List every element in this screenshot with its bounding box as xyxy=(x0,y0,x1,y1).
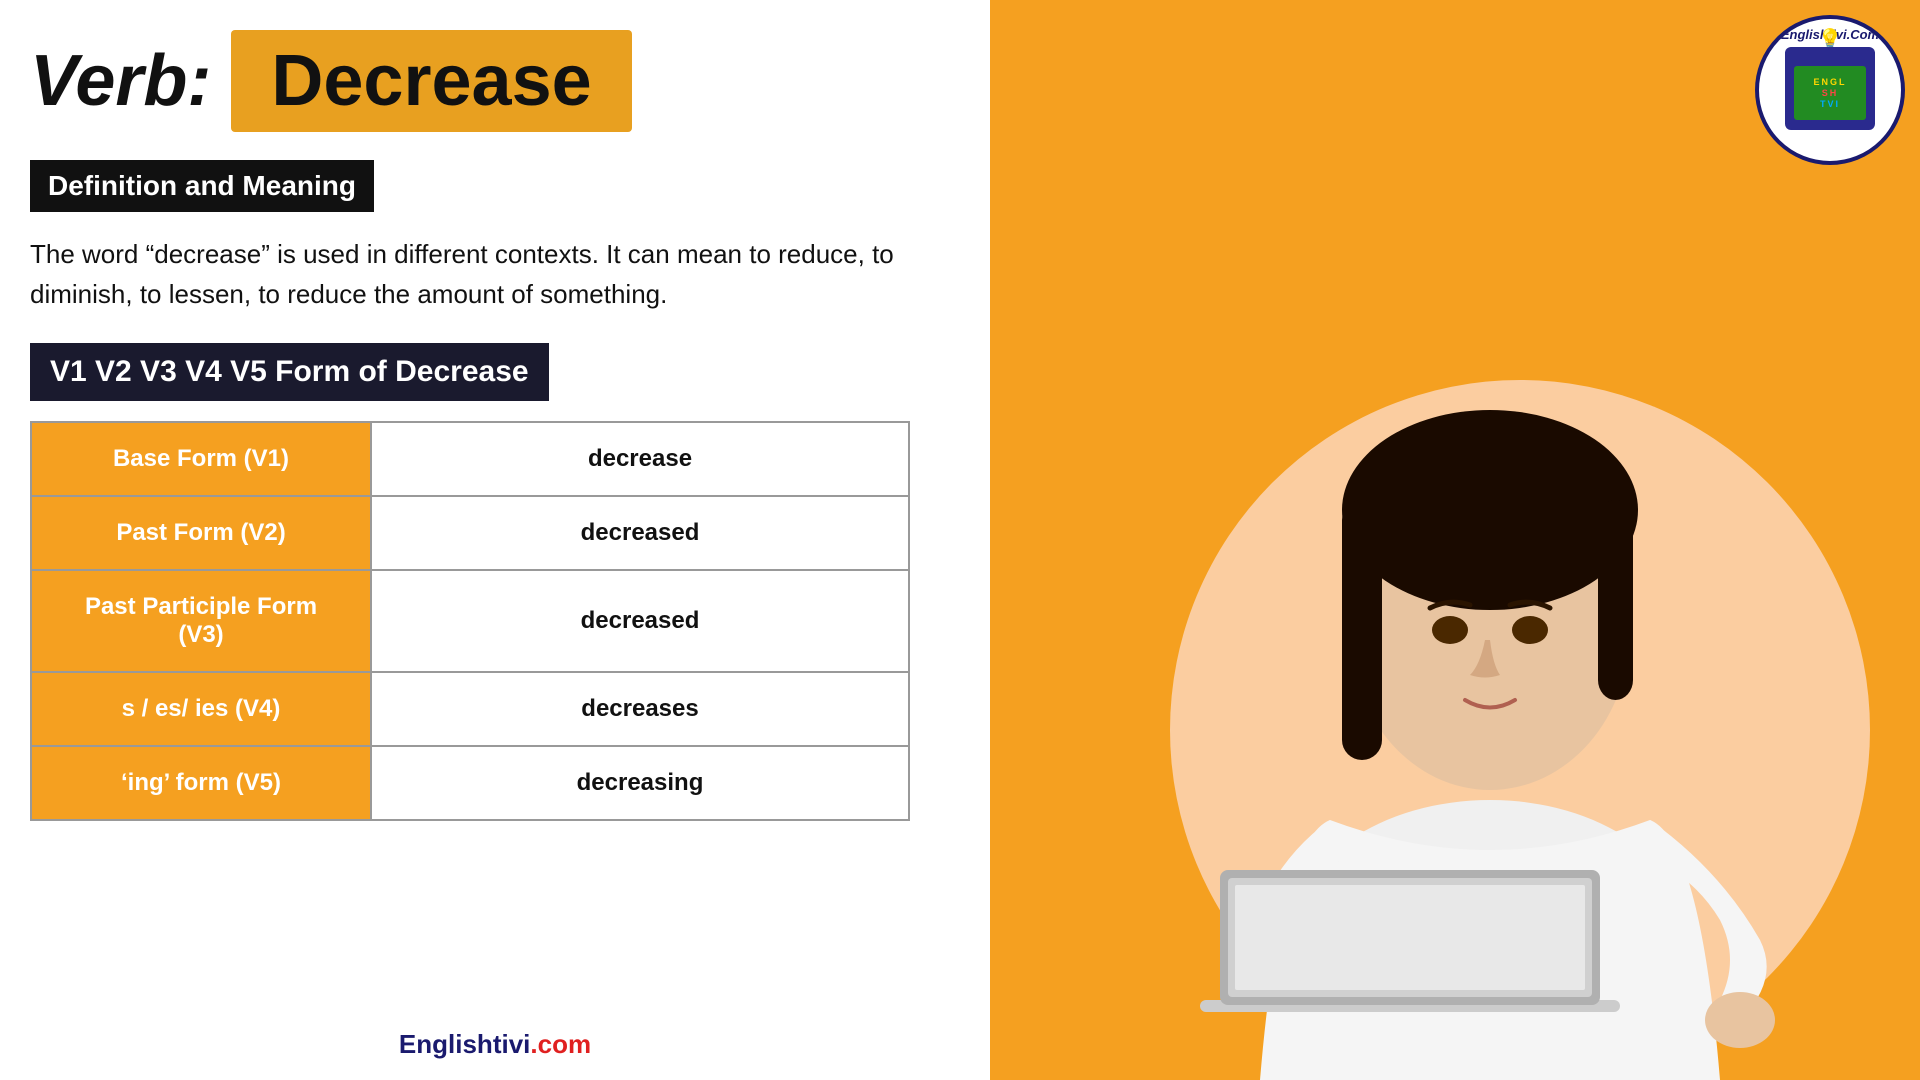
row-value: decreasing xyxy=(371,746,909,820)
row-value: decreases xyxy=(371,672,909,746)
verb-word: Decrease xyxy=(271,41,591,121)
row-value: decrease xyxy=(371,422,909,496)
table-row: s / es/ ies (V4)decreases xyxy=(31,672,909,746)
footer-blue-text: Englishtivi xyxy=(399,1029,530,1059)
verb-label: Verb: xyxy=(30,40,211,122)
footer: Englishtivi.com xyxy=(399,1029,591,1060)
verb-forms-table: Base Form (V1)decreasePast Form (V2)decr… xyxy=(30,421,910,821)
table-row: ‘ing’ form (V5)decreasing xyxy=(31,746,909,820)
person-svg xyxy=(1080,120,1900,1080)
table-row: Past Participle Form (V3)decreased xyxy=(31,570,909,672)
person-figure xyxy=(1060,100,1920,1080)
footer-red-text: .com xyxy=(530,1029,591,1059)
row-label: Base Form (V1) xyxy=(31,422,371,496)
logo-circle: Englishtivi.Com 💡 ENGL ENGL SH TVI xyxy=(1755,15,1905,165)
verb-word-box: Decrease xyxy=(231,30,631,132)
logo-tv-label: ENGL SH TVI xyxy=(1785,55,1875,130)
row-label: ‘ing’ form (V5) xyxy=(31,746,371,820)
row-label: Past Participle Form (V3) xyxy=(31,570,371,672)
right-panel: Englishtivi.Com 💡 ENGL ENGL SH TVI xyxy=(990,0,1920,1080)
logo-inner: Englishtivi.Com 💡 ENGL ENGL SH TVI xyxy=(1759,19,1901,161)
definition-text: The word “decrease” is used in different… xyxy=(30,234,960,315)
row-label: s / es/ ies (V4) xyxy=(31,672,371,746)
row-value: decreased xyxy=(371,570,909,672)
table-row: Base Form (V1)decrease xyxy=(31,422,909,496)
forms-heading: V1 V2 V3 V4 V5 Form of Decrease xyxy=(30,343,549,401)
table-row: Past Form (V2)decreased xyxy=(31,496,909,570)
row-label: Past Form (V2) xyxy=(31,496,371,570)
left-panel: Verb: Decrease Definition and Meaning Th… xyxy=(0,0,990,1080)
verb-title-row: Verb: Decrease xyxy=(30,30,960,132)
definition-heading: Definition and Meaning xyxy=(30,160,374,212)
row-value: decreased xyxy=(371,496,909,570)
